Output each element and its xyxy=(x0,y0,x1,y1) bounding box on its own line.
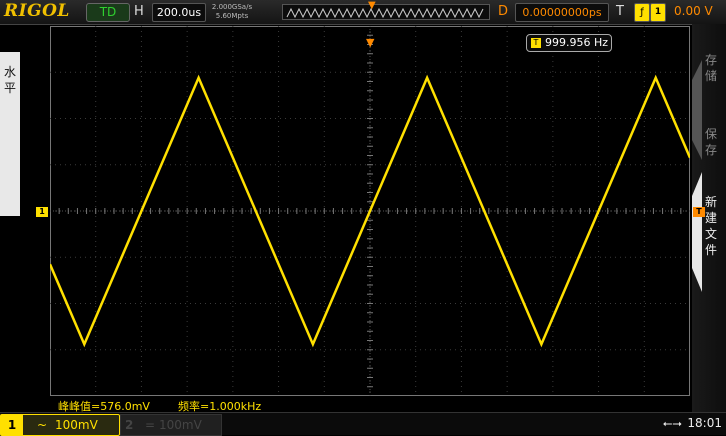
ch1-coupling: ~ xyxy=(37,418,48,432)
softkey-save-char-2: 存 xyxy=(704,143,717,157)
memory-position-strip[interactable] xyxy=(282,4,490,20)
waveform-display[interactable] xyxy=(50,26,690,396)
softkey-store[interactable]: 存 储 xyxy=(700,52,722,84)
ch1-settings[interactable]: 1 ~ 100mV xyxy=(0,414,120,436)
top-status-bar: RIGOL TD H 200.0us 2.000GSa/s 5.60Mpts ▼… xyxy=(0,0,726,25)
horizontal-menu-tab[interactable]: 水 平 xyxy=(0,52,20,216)
trigger-label: T xyxy=(616,4,624,19)
usb-icon: ⭠⭢ xyxy=(662,416,682,430)
trigger-source-indicator[interactable]: 1 xyxy=(650,3,666,22)
horizontal-tab-char-2: 平 xyxy=(3,81,16,95)
memory-strip-wave xyxy=(286,7,484,19)
timebase-value[interactable]: 200.0us xyxy=(152,3,206,22)
ch1-scale: 100mV xyxy=(55,418,98,432)
run-state-indicator[interactable]: TD xyxy=(86,3,130,22)
bottom-status-bar: 1 ~ 100mV 2 = 100mV ⭠⭢ 18:01 xyxy=(0,412,726,436)
memory-depth: 5.60Mpts xyxy=(215,12,249,20)
softkey-save[interactable]: 保 存 xyxy=(700,126,722,158)
trigger-time-marker[interactable]: ▼ xyxy=(366,36,374,49)
clock: 18:01 xyxy=(687,416,722,430)
trigger-slope-icon[interactable]: ƒ xyxy=(634,3,650,22)
ch2-scale: 100mV xyxy=(159,418,202,432)
softkey-save-char-1: 保 xyxy=(704,127,717,141)
softkey-newfile-char-1: 新 xyxy=(704,195,717,209)
softkey-newfile-char-4: 件 xyxy=(704,243,717,257)
softkey-store-char-1: 存 xyxy=(704,53,717,67)
softkey-newfile-char-3: 文 xyxy=(704,227,717,241)
frequency-counter[interactable]: T 999.956 Hz xyxy=(526,34,612,52)
softkey-new-file[interactable]: 新 建 文 件 xyxy=(700,194,722,258)
frequency-value: 999.956 Hz xyxy=(545,36,609,49)
delay-label: D xyxy=(498,4,509,19)
counter-trigger-icon: T xyxy=(531,38,541,48)
trigger-level-value[interactable]: 0.00 V xyxy=(674,4,713,18)
ch2-coupling: = xyxy=(145,418,156,432)
ch1-offset-marker[interactable]: 1 xyxy=(36,207,48,217)
brand-logo: RIGOL xyxy=(4,1,70,21)
right-softkey-menu: 存 储 保 存 新 建 文 件 xyxy=(692,24,726,412)
horizontal-tab-char-1: 水 xyxy=(3,65,16,79)
ch1-number: 1 xyxy=(1,415,23,435)
sample-rate: 2.000GSa/s xyxy=(211,3,253,11)
delay-value[interactable]: 0.00000000ps xyxy=(515,3,609,22)
horizontal-label: H xyxy=(134,4,144,19)
trigger-position-marker: ▼ xyxy=(368,0,376,11)
softkey-newfile-char-2: 建 xyxy=(704,211,717,225)
trigger-level-marker[interactable]: T xyxy=(693,207,705,217)
ch2-settings[interactable]: 2 = 100mV xyxy=(120,414,222,436)
ch2-number: 2 xyxy=(125,418,134,432)
softkey-store-char-2: 储 xyxy=(704,69,717,83)
